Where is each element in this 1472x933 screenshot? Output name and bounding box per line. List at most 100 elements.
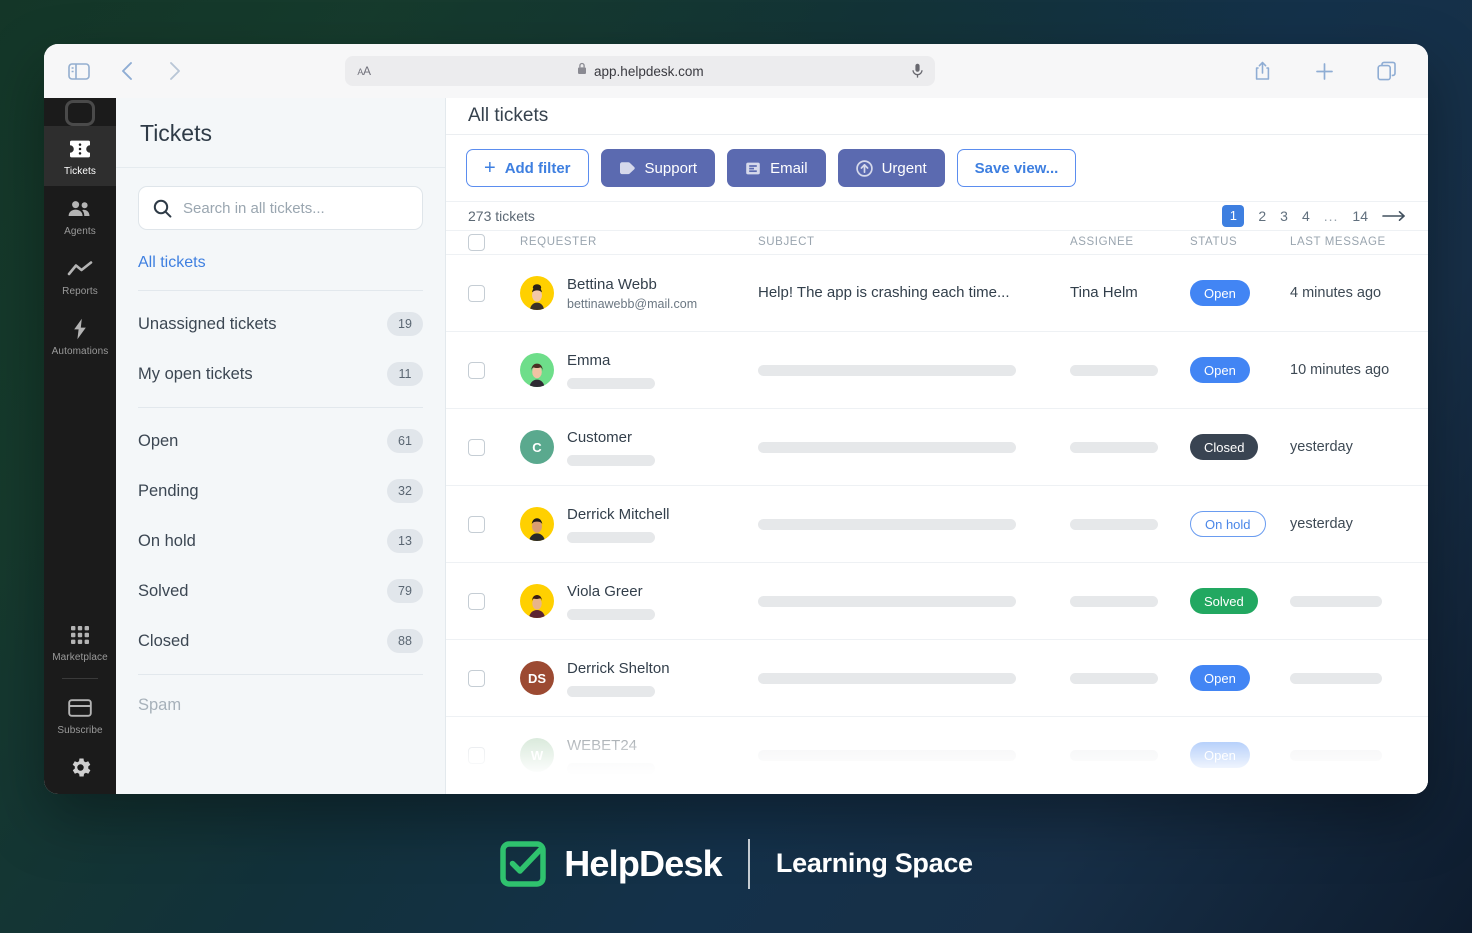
arrow-right-icon[interactable] (1382, 210, 1406, 222)
main-header: All tickets (446, 98, 1428, 135)
select-all-checkbox[interactable] (468, 234, 485, 251)
app-body: Tickets Agents Reports (44, 98, 1428, 794)
table-row[interactable]: W WEBET24 Open (446, 717, 1428, 794)
new-tab-icon[interactable] (1312, 58, 1338, 84)
arrow-up-circle-icon (856, 160, 873, 177)
row-checkbox[interactable] (468, 670, 485, 687)
row-checkbox[interactable] (468, 362, 485, 379)
microphone-icon[interactable] (912, 63, 923, 79)
chart-line-icon (67, 257, 93, 281)
status-badge: Closed (1190, 434, 1258, 460)
plus-icon: + (484, 158, 496, 178)
forward-icon[interactable] (162, 58, 188, 84)
sidebar-count-unassigned: 19 (387, 312, 423, 336)
add-filter-button[interactable]: + Add filter (466, 149, 589, 187)
grid-icon (70, 623, 90, 647)
rail-item-tickets[interactable]: Tickets (44, 126, 116, 186)
text-size-icon[interactable]: AA (357, 64, 370, 78)
avatar (520, 276, 554, 310)
search-box[interactable] (138, 186, 423, 230)
rail-label-automations: Automations (52, 346, 109, 357)
main-panel: All tickets + Add filter Support (446, 98, 1428, 794)
rail-item-automations[interactable]: Automations (44, 306, 116, 366)
page-4[interactable]: 4 (1302, 208, 1310, 224)
rail-label-tickets: Tickets (64, 166, 96, 177)
lock-icon (577, 62, 587, 80)
rail-item-marketplace[interactable]: Marketplace (44, 612, 116, 672)
avatar (520, 584, 554, 618)
filter-chip-urgent[interactable]: Urgent (838, 149, 945, 187)
ticket-subject-placeholder (758, 365, 1016, 376)
sidebar-nav-list: All tickets Unassigned tickets 19 My ope… (116, 240, 445, 728)
sidebar-toggle-icon[interactable] (66, 58, 92, 84)
sidebar-item-all-tickets[interactable]: All tickets (138, 240, 423, 282)
page-14[interactable]: 14 (1352, 208, 1368, 224)
ticket-assignee: Tina Helm (1070, 284, 1138, 301)
search-wrapper (116, 168, 445, 240)
rail-item-agents[interactable]: Agents (44, 186, 116, 246)
save-view-button[interactable]: Save view... (957, 149, 1077, 187)
requester-name: Customer (567, 428, 655, 448)
helpdesk-check-icon (499, 840, 547, 888)
requester-email-placeholder (567, 378, 655, 389)
page-2[interactable]: 2 (1258, 208, 1266, 224)
footer-divider (748, 839, 750, 889)
column-header-status: STATUS (1190, 236, 1290, 248)
share-icon[interactable] (1250, 58, 1276, 84)
status-badge: Solved (1190, 588, 1258, 614)
requester-email-placeholder (567, 609, 655, 620)
table-row[interactable]: Derrick Mitchell On hold yesterday (446, 486, 1428, 563)
table-row[interactable]: DS Derrick Shelton Open (446, 640, 1428, 717)
sidebar-item-unassigned-tickets[interactable]: Unassigned tickets 19 (138, 299, 423, 349)
tag-icon (619, 161, 636, 176)
requester-name: Emma (567, 351, 655, 371)
gear-icon[interactable] (68, 745, 93, 794)
row-checkbox[interactable] (468, 285, 485, 302)
sidebar-item-solved[interactable]: Solved 79 (138, 566, 423, 616)
ticket-assignee-placeholder (1070, 596, 1158, 607)
sidebar-item-spam[interactable]: Spam (138, 683, 423, 728)
row-checkbox[interactable] (468, 439, 485, 456)
column-header-assignee: ASSIGNEE (1070, 236, 1190, 248)
row-checkbox[interactable] (468, 516, 485, 533)
tickets-sidebar: Tickets All tickets Unassigned tickets (116, 98, 446, 794)
table-row[interactable]: Emma Open 10 minutes ago (446, 332, 1428, 409)
avatar (520, 507, 554, 541)
avatar: DS (520, 661, 554, 695)
sidebar-label-open: Open (138, 432, 178, 451)
rail-item-subscribe[interactable]: Subscribe (44, 685, 116, 745)
rail-label-marketplace: Marketplace (52, 652, 108, 663)
search-input[interactable] (183, 200, 408, 217)
sidebar-count-pending: 32 (387, 479, 423, 503)
filter-chip-email[interactable]: Email (727, 149, 826, 187)
requester-email-placeholder (567, 763, 655, 774)
ticket-assignee-placeholder (1070, 673, 1158, 684)
sidebar-item-pending[interactable]: Pending 32 (138, 466, 423, 516)
sidebar-item-my-open-tickets[interactable]: My open tickets 11 (138, 349, 423, 399)
page-1[interactable]: 1 (1222, 205, 1244, 227)
sidebar-label-closed: Closed (138, 632, 189, 651)
tabs-overview-icon[interactable] (1374, 58, 1400, 84)
browser-chrome: AA app.helpdesk.com (44, 44, 1428, 98)
sidebar-item-open[interactable]: Open 61 (138, 416, 423, 466)
divider-1 (138, 290, 423, 291)
requester-name: Viola Greer (567, 582, 655, 602)
table-row[interactable]: Viola Greer Solved (446, 563, 1428, 640)
row-checkbox[interactable] (468, 593, 485, 610)
status-badge: Open (1190, 665, 1250, 691)
sidebar-title: Tickets (140, 120, 421, 147)
table-row[interactable]: Bettina Webb bettinawebb@mail.com Help! … (446, 255, 1428, 332)
back-icon[interactable] (114, 58, 140, 84)
page-3[interactable]: 3 (1280, 208, 1288, 224)
rail-label-agents: Agents (64, 226, 96, 237)
address-bar[interactable]: AA app.helpdesk.com (345, 56, 935, 86)
sidebar-item-closed[interactable]: Closed 88 (138, 616, 423, 666)
table-row[interactable]: C Customer Closed yesterday (446, 409, 1428, 486)
bolt-icon (72, 317, 88, 341)
row-checkbox[interactable] (468, 747, 485, 764)
rail-item-reports[interactable]: Reports (44, 246, 116, 306)
filter-chip-support[interactable]: Support (601, 149, 716, 187)
sidebar-item-on-hold[interactable]: On hold 13 (138, 516, 423, 566)
column-header-subject: SUBJECT (758, 236, 1070, 248)
sidebar-label-spam: Spam (138, 696, 181, 715)
